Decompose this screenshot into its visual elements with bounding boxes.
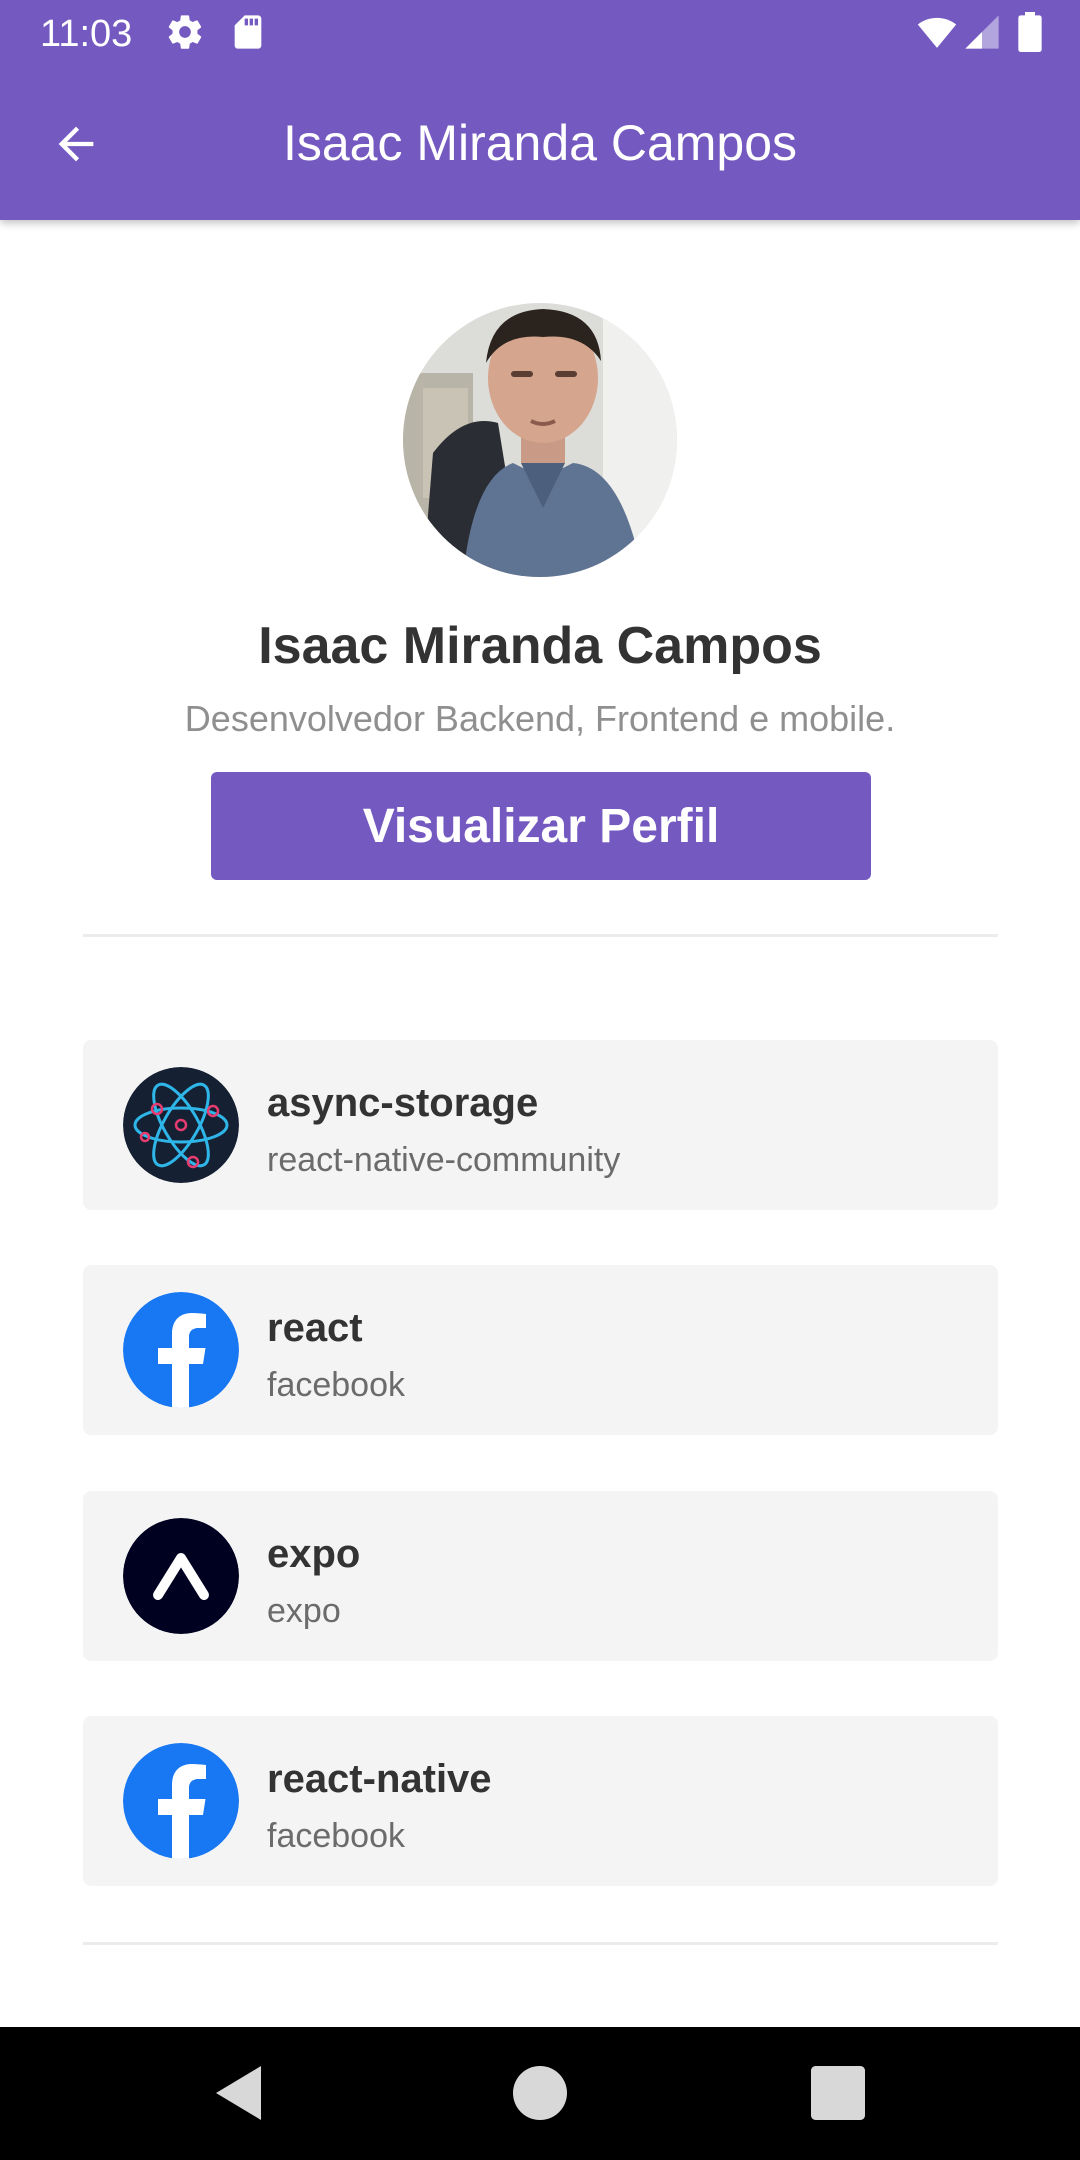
battery-icon: [1018, 12, 1042, 52]
repository-name: expo: [267, 1532, 361, 1576]
section-divider: [83, 934, 998, 937]
facebook-logo: [123, 1292, 239, 1408]
avatar: [403, 303, 677, 577]
repository-owner: react-native-community: [267, 1141, 621, 1179]
signal-icon: [965, 15, 999, 49]
repository-card[interactable]: expo expo: [83, 1491, 998, 1661]
recents-square-icon[interactable]: [802, 2057, 874, 2129]
repository-owner: facebook: [267, 1817, 405, 1855]
wifi-icon: [917, 17, 957, 48]
repository-name: react-native: [267, 1757, 492, 1801]
repository-card[interactable]: react facebook: [83, 1265, 998, 1435]
status-time: 11:03: [40, 13, 133, 55]
profile-name: Isaac Miranda Campos: [258, 617, 822, 675]
repository-name: react: [267, 1306, 363, 1350]
settings-icon: [168, 15, 202, 49]
repository-name: async-storage: [267, 1081, 539, 1125]
repository-owner: expo: [267, 1592, 341, 1630]
list-end-divider: [83, 1942, 998, 1945]
repository-card[interactable]: react-native facebook: [83, 1716, 998, 1886]
facebook-logo: [123, 1743, 239, 1859]
repository-card[interactable]: async-storage react-native-community: [83, 1040, 998, 1210]
app-bar-title: Isaac Miranda Campos: [282, 115, 798, 171]
expo-logo: [123, 1518, 239, 1634]
profile-bio: Desenvolvedor Backend, Frontend e mobile…: [184, 698, 896, 739]
back-triangle-icon[interactable]: [204, 2057, 276, 2129]
view-profile-button[interactable]: Visualizar Perfil: [211, 772, 871, 880]
navigation-bar: [0, 2027, 1080, 2160]
react-atom-logo: [123, 1067, 239, 1183]
repository-owner: facebook: [267, 1366, 405, 1404]
sd-card-icon: [234, 15, 262, 49]
home-circle-icon[interactable]: [504, 2057, 576, 2129]
top-bar: 11:03 Isaac Miranda Campos: [0, 0, 1080, 220]
